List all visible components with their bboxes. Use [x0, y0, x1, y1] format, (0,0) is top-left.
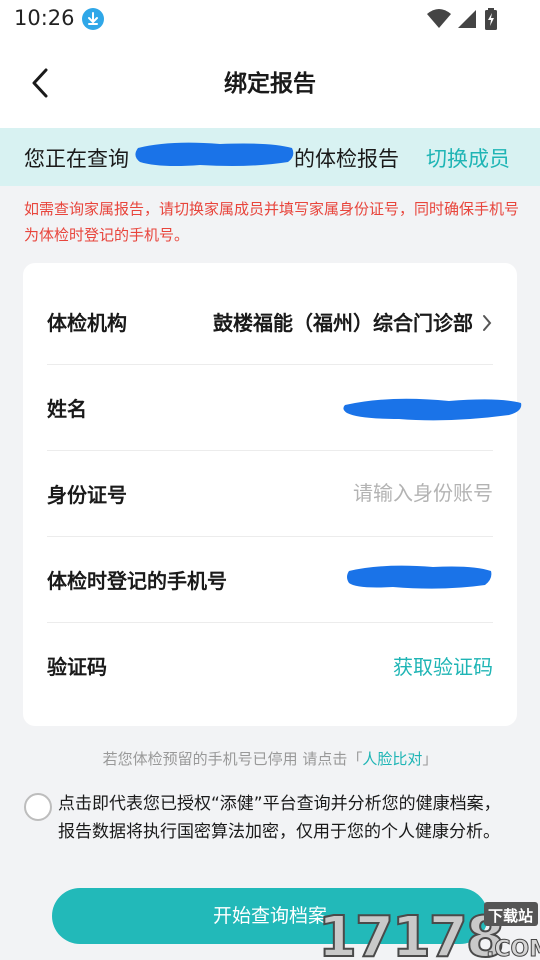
- download-icon: [82, 8, 104, 30]
- consent-text: 点击即代表您已授权“添健”平台查询并分析您的健康档案，报告数据将执行国密算法加密…: [58, 794, 501, 842]
- status-bar: 10:26: [0, 0, 540, 40]
- code-label: 验证码: [47, 655, 107, 679]
- redacted-name-value: [343, 398, 522, 421]
- code-row: 验证码 获取验证码: [47, 623, 493, 709]
- get-code-button[interactable]: 获取验证码: [393, 651, 493, 680]
- report-form-card: 体检机构 鼓楼福能（福州）综合门诊部 姓名 身份证号 体检时登记的手机号 验证码…: [23, 263, 522, 726]
- battery-icon: [485, 8, 497, 30]
- banner-prefix: 您正在查询: [24, 147, 129, 171]
- redacted-member-name: [135, 142, 294, 166]
- face-compare-link[interactable]: 人脸比对: [362, 750, 422, 768]
- id-number-row: 身份证号: [47, 451, 493, 537]
- phone-row: 体检时登记的手机号: [47, 537, 493, 623]
- consent-checkbox[interactable]: [24, 793, 52, 821]
- name-label: 姓名: [47, 397, 87, 421]
- svg-text:下载站: 下载站: [488, 907, 533, 925]
- page-title: 绑定报告: [224, 71, 316, 97]
- svg-text:17178: 17178: [318, 905, 503, 960]
- institution-label: 体检机构: [47, 311, 127, 335]
- id-number-label: 身份证号: [47, 483, 127, 507]
- svg-text:.COM: .COM: [486, 937, 540, 960]
- banner-suffix: 的体检报告: [294, 147, 399, 171]
- status-icons: [426, 8, 502, 30]
- institution-row[interactable]: 体检机构 鼓楼福能（福州）综合门诊部: [47, 279, 493, 365]
- redacted-phone-value: [347, 565, 492, 589]
- switch-member-button[interactable]: 切换成员: [426, 143, 510, 173]
- name-row: 姓名: [47, 365, 522, 451]
- back-icon[interactable]: [26, 66, 56, 100]
- status-time: 10:26: [14, 6, 75, 30]
- signal-icon: [458, 10, 476, 28]
- phone-label: 体检时登记的手机号: [47, 569, 227, 593]
- wifi-icon: [427, 9, 451, 28]
- family-warning-text: 如需查询家属报告，请切换家属成员并填写家属身份证号，同时确保手机号为体检时登记的…: [24, 200, 520, 244]
- face-hint-text: 若您体检预留的手机号已停用 请点击「: [102, 750, 363, 768]
- id-number-input[interactable]: [263, 477, 493, 509]
- face-hint-end: 」: [422, 750, 438, 768]
- nav-bar: 绑定报告: [0, 40, 540, 128]
- chevron-right-icon: [483, 315, 492, 331]
- face-compare-hint: 若您体检预留的手机号已停用 请点击「人脸比对」: [0, 748, 540, 769]
- watermark-logo: 17178 下载站 .COM: [317, 902, 540, 960]
- institution-value: 鼓楼福能（福州）综合门诊部: [213, 311, 473, 335]
